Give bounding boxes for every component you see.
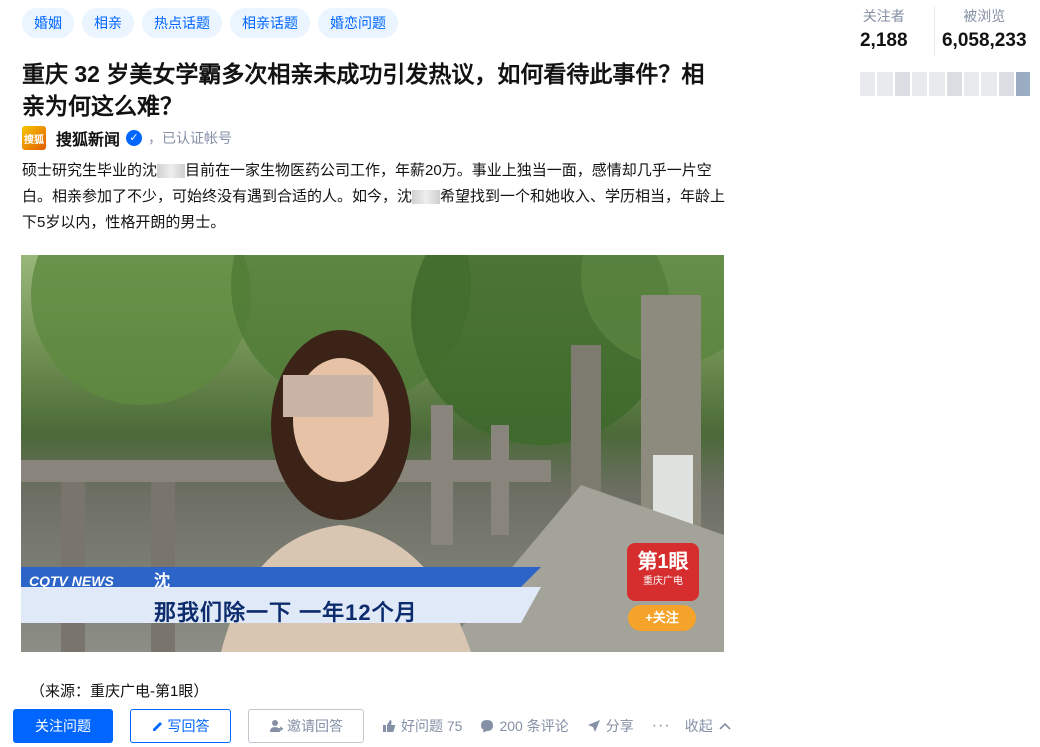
write-answer-label: 写回答: [167, 718, 210, 734]
topic-tag-hot-topics[interactable]: 热点话题: [142, 8, 222, 38]
topic-tag-marriage[interactable]: 婚姻: [22, 8, 74, 38]
source-note: （来源：重庆广电-第1眼）: [30, 683, 209, 700]
followers-label: 关注者: [862, 8, 905, 24]
scene-illustration: [21, 255, 724, 652]
chevron-up-icon: [719, 722, 731, 730]
redacted-name: [412, 190, 441, 205]
comment-icon: [481, 720, 494, 733]
verified-label: ，已认证帐号: [148, 130, 233, 146]
redacted-name: [157, 164, 186, 179]
invite-answer-label: 邀请回答: [287, 718, 343, 734]
excerpt-part: 硕士研究生毕业的沈: [22, 162, 158, 179]
share-label: 分享: [605, 718, 634, 734]
invite-answer-button[interactable]: 邀请回答: [248, 709, 364, 743]
follow-question-button[interactable]: 关注问题: [13, 709, 113, 743]
verified-icon: ✓: [126, 130, 143, 146]
question-stats: 关注者 2,188 被浏览 6,058,233: [834, 6, 1034, 56]
views-stat: 被浏览 6,058,233: [933, 6, 1035, 56]
topic-tag-romance-issues[interactable]: 婚恋问题: [318, 8, 398, 38]
followers-count: 2,188: [859, 30, 908, 51]
author-name[interactable]: 搜狐新闻: [56, 126, 120, 150]
topic-tag-blind-date[interactable]: 相亲: [82, 8, 134, 38]
cqtv-news-logo: CQTV NEWS: [29, 573, 114, 589]
redacted-content: [860, 72, 1030, 96]
topic-tag-list: 婚姻 相亲 热点话题 相亲话题 婚恋问题: [22, 8, 398, 38]
channel-logo-title: 第1眼: [637, 551, 689, 573]
answer-excerpt: 硕士研究生毕业的沈 目前在一家生物医药公司工作，年薪20万。事业上独当一面，感情却…: [22, 158, 726, 236]
collapse-label: 收起: [684, 718, 713, 734]
pencil-icon: [152, 722, 162, 731]
avatar[interactable]: 搜狐: [22, 126, 46, 150]
thumbs-up-icon: [383, 720, 396, 732]
invite-user-icon: [270, 720, 283, 732]
views-count: 6,058,233: [941, 30, 1027, 51]
channel-logo-subtitle: 重庆广电: [643, 576, 683, 587]
news-video-still[interactable]: CQTV NEWS 沈 那我们除一下 一年12个月 第1眼 重庆广电 +关注: [21, 255, 724, 652]
more-options-button[interactable]: ···: [652, 717, 671, 735]
share-icon: [587, 720, 600, 732]
video-follow-badge[interactable]: +关注: [628, 605, 696, 631]
comments-label: 200 条评论: [499, 718, 569, 734]
views-label: 被浏览: [963, 8, 1006, 24]
question-title[interactable]: 重庆 32 岁美女学霸多次相亲未成功引发热议，如何看待此事件？相亲为何这么难？: [22, 58, 722, 122]
channel-logo: 第1眼 重庆广电: [627, 543, 699, 601]
answer-author: 搜狐 搜狐新闻 ✓ ，已认证帐号: [22, 126, 232, 150]
good-question-button[interactable]: 好问题 75: [382, 716, 462, 736]
question-action-bar: 关注问题 写回答 邀请回答 好问题 75 200 条评论 分享 ··· 收起: [13, 708, 731, 744]
good-question-label: 好问题 75: [401, 718, 463, 734]
topic-tag-blind-date-topics[interactable]: 相亲话题: [230, 8, 310, 38]
followers-stat: 关注者 2,188: [834, 6, 934, 56]
write-answer-button[interactable]: 写回答: [130, 709, 231, 743]
share-button[interactable]: 分享: [587, 716, 634, 736]
comments-button[interactable]: 200 条评论: [480, 716, 569, 736]
collapse-button[interactable]: 收起: [685, 716, 731, 736]
caption-speaker-name: 沈: [154, 573, 171, 590]
caption-subtitle: 那我们除一下 一年12个月: [154, 600, 418, 625]
